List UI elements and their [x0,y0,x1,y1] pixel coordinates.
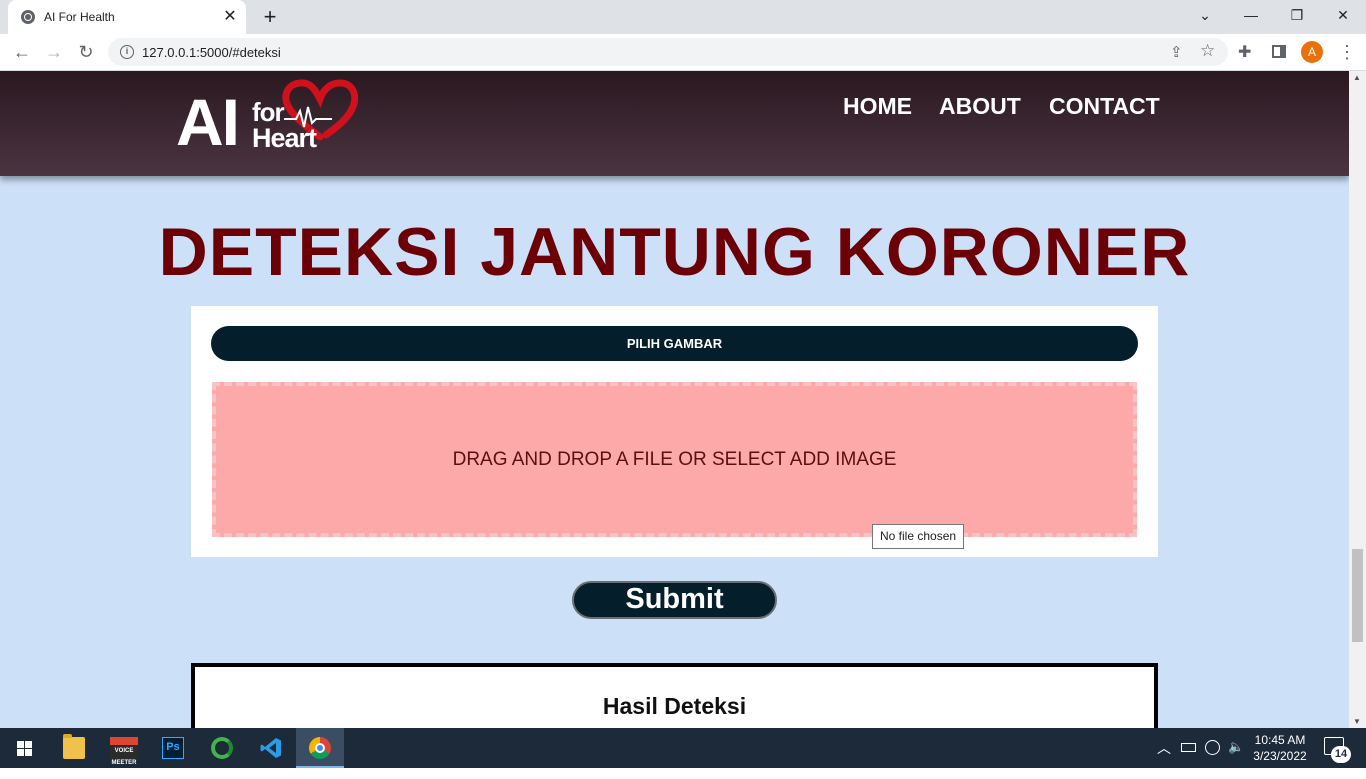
site-header: AI for Heart HOME ABOUT CONTACT [0,71,1349,176]
tab-search-icon[interactable]: ⌄ [1182,0,1228,30]
result-title: Hasil Deteksi [602,693,747,719]
address-bar[interactable]: i 127.0.0.1:5000/#deteksi ⇪ ☆ [108,38,1228,66]
submit-button[interactable]: Submit [572,581,777,619]
volume-icon[interactable]: 🔈 [1228,739,1244,779]
reload-icon[interactable]: ↻ [74,40,98,64]
windows-logo-icon [17,741,32,756]
nav-contact-link[interactable]: CONTACT [1049,93,1160,120]
scroll-thumb[interactable] [1352,549,1363,642]
chrome-icon [309,737,331,759]
taskbar-photoshop[interactable]: Ps [149,728,197,768]
dropzone-text: DRAG AND DROP A FILE OR SELECT ADD IMAGE [452,449,897,470]
browser-tabstrip: AI For Health ✕ + ⌄ — ❐ ✕ [0,0,1366,34]
new-tab-button[interactable]: + [258,6,282,30]
photoshop-icon: Ps [162,737,184,759]
taskbar-clock[interactable]: 10:45 AM 3/23/2022 [1251,732,1309,772]
close-window-button[interactable]: ✕ [1320,0,1366,30]
vscode-icon [260,738,281,758]
restore-button[interactable]: ❐ [1274,0,1320,30]
scroll-down-arrow-icon[interactable]: ▼ [1353,717,1361,726]
browser-toolbar: ← → ↻ i 127.0.0.1:5000/#deteksi ⇪ ☆ ✚ A … [0,34,1366,71]
profile-avatar[interactable]: A [1301,41,1323,63]
taskbar-file-explorer[interactable] [50,728,98,768]
taskbar-green-ring-app[interactable] [198,728,246,768]
voicemeeter-icon: VOICE MEETER [110,737,138,766]
extensions-puzzle-icon[interactable]: ✚ [1238,42,1251,62]
logo-heart-text: Heart [252,123,317,153]
chevron-up-icon[interactable]: ︿ [1157,738,1171,778]
close-tab-icon[interactable]: ✕ [220,7,240,27]
pick-image-button[interactable]: PILIH GAMBAR [211,326,1138,361]
globe-icon [21,10,35,24]
side-panel-icon[interactable] [1272,45,1286,58]
file-dropzone[interactable]: DRAG AND DROP A FILE OR SELECT ADD IMAGE [212,382,1137,537]
nav-home-link[interactable]: HOME [843,93,912,120]
forward-arrow-icon[interactable]: → [42,40,66,64]
windows-taskbar: VOICE MEETER Ps ︿ 🔈 10:45 AM 3/23/2022 [0,728,1366,768]
notification-count-badge: 14 [1331,746,1351,763]
network-globe-icon[interactable] [1205,740,1220,755]
page-title: DETEKSI JANTUNG KORONER [158,214,1191,290]
nav-about-link[interactable]: ABOUT [939,93,1021,120]
windows-start-button[interactable] [0,728,48,768]
taskbar-voicemeeter[interactable]: VOICE MEETER [100,728,148,768]
url-text[interactable]: 127.0.0.1:5000/#deteksi [142,45,281,60]
site-logo[interactable]: AI for Heart [174,79,364,169]
upload-card: PILIH GAMBAR DRAG AND DROP A FILE OR SEL… [191,306,1158,557]
kebab-menu-icon[interactable]: ⋮ [1338,40,1356,64]
clock-time: 10:45 AM [1254,733,1306,747]
minimize-button[interactable]: — [1228,0,1274,30]
tab-title: AI For Health [44,10,115,24]
green-ring-icon [211,737,233,759]
no-file-tooltip: No file chosen [872,524,965,549]
page-viewport: AI for Heart HOME ABOUT CONTACT DETEKSI … [0,71,1349,728]
bookmark-star-icon[interactable]: ☆ [1200,41,1215,61]
scroll-up-arrow-icon[interactable]: ▲ [1353,73,1361,82]
taskbar-chrome[interactable] [296,728,344,768]
browser-tab[interactable]: AI For Health ✕ [8,0,246,34]
clock-date: 3/23/2022 [1253,749,1307,763]
site-info-icon[interactable]: i [120,45,134,59]
share-icon[interactable]: ⇪ [1170,43,1183,61]
result-box: Hasil Deteksi [191,663,1158,728]
battery-icon[interactable] [1181,743,1196,752]
back-arrow-icon[interactable]: ← [10,40,34,64]
taskbar-vscode[interactable] [247,728,295,768]
logo-ai-text: AI [176,85,240,159]
page-scrollbar[interactable]: ▲ ▼ [1349,71,1366,728]
folder-icon [63,734,85,759]
